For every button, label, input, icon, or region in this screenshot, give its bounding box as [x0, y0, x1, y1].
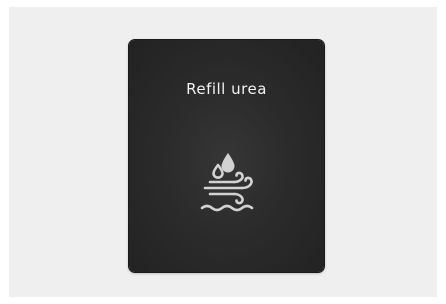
- urea-refill-icon: [200, 153, 254, 212]
- warning-title: Refill urea: [186, 80, 267, 98]
- cluster-display: Refill urea: [129, 40, 324, 272]
